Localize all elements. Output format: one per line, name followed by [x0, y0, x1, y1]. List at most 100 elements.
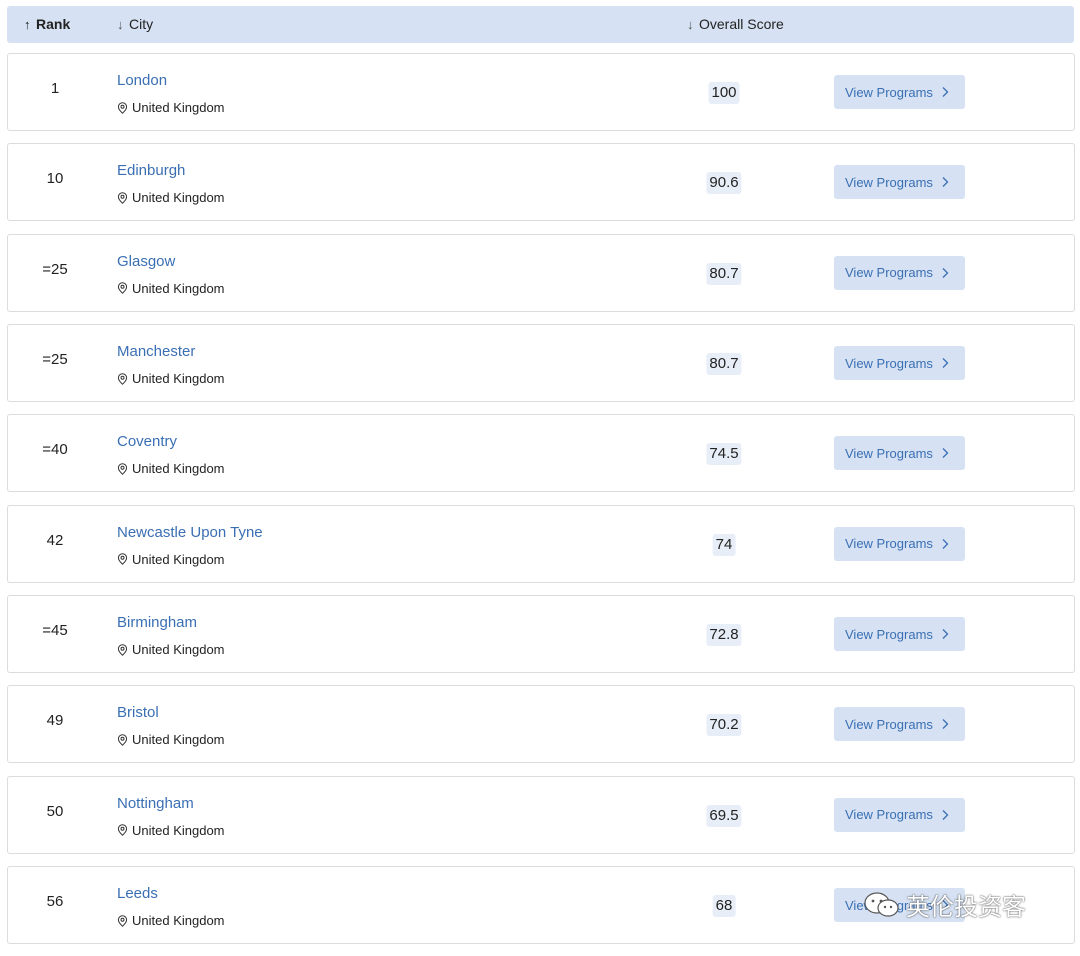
country-label: United Kingdom: [132, 551, 225, 567]
country-label: United Kingdom: [132, 913, 225, 929]
table-row: =25 Manchester United Kingdom 80.7 View Prog…: [7, 324, 1075, 403]
chevron-right-icon: [942, 809, 949, 820]
overall-score-badge: 100: [708, 82, 740, 104]
overall-score-badge: 74.5: [706, 443, 742, 466]
watermark: 英伦投资客: [862, 887, 1026, 922]
country-location: United Kingdom: [117, 281, 225, 296]
location-pin-icon: [117, 463, 128, 475]
overall-score-badge: 90.6: [706, 172, 742, 195]
view-programs-label: View Programs: [845, 536, 933, 552]
city-link[interactable]: Edinburgh: [117, 162, 185, 179]
wechat-icon: [864, 891, 899, 917]
arrow-down-icon: ↓: [687, 17, 694, 32]
overall-score-badge: 72.8: [706, 624, 742, 647]
view-programs-label: View Programs: [845, 807, 933, 823]
watermark-text: 英伦投资客: [906, 894, 1026, 921]
table-row: 49 Bristol United Kingdom 70.2 View Programs: [7, 685, 1075, 764]
rank-value: 49: [46, 712, 64, 730]
chevron-right-icon: [942, 629, 949, 640]
overall-score-badge: 80.7: [706, 262, 742, 285]
rank-column-header[interactable]: ↑ Rank: [24, 6, 70, 43]
location-pin-icon: [117, 192, 128, 204]
view-programs-button[interactable]: View Programs: [834, 436, 965, 471]
view-programs-label: View Programs: [845, 716, 933, 732]
overall-score-badge: 70.2: [706, 714, 742, 737]
country-location: United Kingdom: [117, 100, 225, 115]
rank-header-label: Rank: [36, 16, 71, 32]
country-label: United Kingdom: [132, 190, 225, 206]
rank-value: 1: [50, 80, 60, 97]
country-location: United Kingdom: [117, 913, 225, 928]
arrow-up-icon: ↑: [24, 17, 31, 32]
chevron-right-icon: [942, 87, 949, 97]
city-link[interactable]: Birmingham: [117, 614, 197, 631]
overall-score-badge: 68: [712, 895, 736, 918]
country-location: United Kingdom: [117, 823, 225, 838]
country-label: United Kingdom: [132, 642, 225, 658]
rank-value: =40: [42, 441, 68, 459]
country-label: United Kingdom: [132, 732, 225, 748]
chevron-right-icon: [942, 267, 949, 278]
city-column-header[interactable]: ↓ City: [117, 6, 153, 43]
city-link[interactable]: Manchester: [117, 343, 195, 360]
location-pin-icon: [117, 101, 128, 114]
country-label: United Kingdom: [132, 371, 225, 387]
city-link[interactable]: Leeds: [117, 885, 158, 902]
country-location: United Kingdom: [117, 461, 225, 476]
table-row: =45 Birmingham United Kingdom 72.8 View Prog…: [7, 595, 1075, 674]
view-programs-button[interactable]: View Programs: [834, 526, 965, 561]
country-label: United Kingdom: [132, 822, 225, 838]
view-programs-label: View Programs: [845, 626, 933, 642]
country-location: United Kingdom: [117, 190, 225, 205]
city-link[interactable]: Coventry: [117, 433, 177, 450]
country-location: United Kingdom: [117, 642, 225, 657]
score-column-header[interactable]: ↓ Overall Score: [687, 6, 784, 43]
city-header-label: City: [129, 16, 154, 32]
location-pin-icon: [117, 372, 128, 385]
location-pin-icon: [117, 824, 128, 837]
location-pin-icon: [117, 643, 128, 656]
view-programs-label: View Programs: [845, 355, 933, 371]
table-header: ↑ Rank ↓ City ↓ Overall Score: [7, 6, 1074, 43]
country-location: United Kingdom: [117, 552, 225, 567]
city-link[interactable]: Bristol: [117, 704, 159, 721]
country-location: United Kingdom: [117, 732, 225, 747]
country-location: United Kingdom: [117, 371, 225, 386]
view-programs-button[interactable]: View Programs: [834, 797, 965, 832]
table-row: =25 Glasgow United Kingdom 80.7 View Program…: [7, 233, 1075, 312]
ranking-list: 1 London United Kingdom 100 View Programs 10 E…: [7, 53, 1075, 956]
view-programs-button[interactable]: View Programs: [834, 346, 965, 381]
arrow-down-icon: ↓: [117, 17, 124, 32]
city-link[interactable]: Glasgow: [117, 253, 175, 270]
city-link[interactable]: London: [117, 72, 167, 89]
chevron-right-icon: [942, 538, 949, 549]
overall-score-badge: 80.7: [706, 353, 742, 376]
chevron-right-icon: [942, 448, 949, 459]
view-programs-button[interactable]: View Programs: [834, 707, 965, 742]
view-programs-button[interactable]: View Programs: [834, 165, 965, 200]
city-link[interactable]: Nottingham: [117, 795, 194, 812]
location-pin-icon: [117, 914, 128, 927]
country-label: United Kingdom: [132, 461, 225, 477]
view-programs-button[interactable]: View Programs: [834, 617, 965, 652]
view-programs-label: View Programs: [845, 265, 933, 281]
location-pin-icon: [117, 553, 128, 566]
city-link[interactable]: Newcastle Upon Tyne: [117, 524, 263, 541]
location-pin-icon: [117, 734, 128, 746]
table-row: 10 Edinburgh United Kingdom 90.6 View Progra…: [7, 143, 1075, 222]
chevron-right-icon: [942, 719, 949, 730]
view-programs-label: View Programs: [845, 174, 933, 190]
rank-value: 42: [46, 531, 64, 549]
view-programs-button[interactable]: View Programs: [834, 75, 965, 109]
chevron-right-icon: [942, 177, 949, 188]
rank-value: 50: [46, 802, 64, 820]
table-row: 1 London United Kingdom 100 View Programs: [7, 53, 1075, 131]
overall-score-badge: 69.5: [706, 804, 742, 827]
rank-value: =45: [42, 622, 68, 640]
rank-value: 10: [46, 170, 64, 188]
view-programs-button[interactable]: View Programs: [834, 255, 965, 290]
rank-value: 56: [46, 893, 64, 911]
view-programs-label: View Programs: [845, 445, 933, 461]
country-label: United Kingdom: [132, 280, 225, 296]
chevron-right-icon: [942, 358, 949, 368]
